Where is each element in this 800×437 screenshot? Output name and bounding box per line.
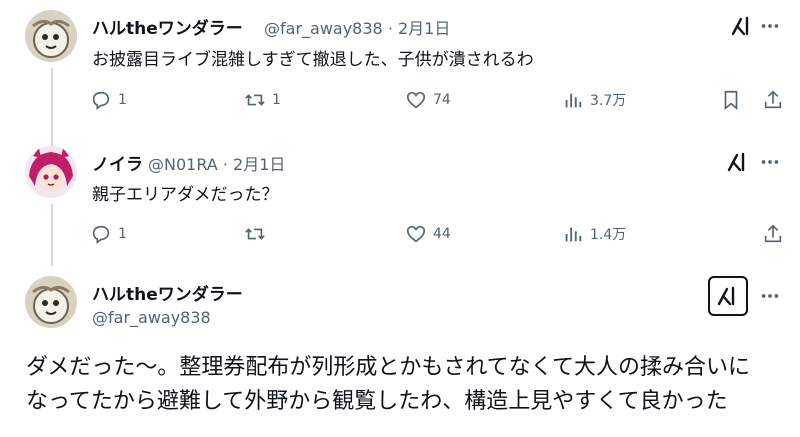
thread-line [51, 204, 53, 266]
heart-icon [406, 225, 426, 243]
tweet-text: 親子エリアダメだった？ [92, 185, 279, 205]
reply-button[interactable]: 1 [90, 88, 127, 112]
share-icon [764, 224, 782, 243]
retweet-count: 1 [272, 92, 281, 108]
more-icon[interactable] [758, 284, 782, 308]
bookmark-button[interactable] [720, 88, 742, 112]
share-button[interactable] [762, 88, 784, 112]
reply-icon [92, 91, 110, 110]
tweet-text: お披露目ライブ混雑しすぎて撤退した、子供が潰されるわ [92, 50, 534, 70]
grok-icon[interactable] [726, 150, 750, 174]
avatar[interactable] [25, 10, 77, 62]
more-icon[interactable] [758, 14, 782, 38]
handle[interactable]: @far_away838 [92, 308, 211, 327]
share-button[interactable] [762, 222, 784, 246]
display-name[interactable]: ノイラ [92, 150, 143, 175]
like-count: 44 [433, 226, 451, 242]
thread-line [51, 68, 53, 146]
separator: · [222, 155, 228, 174]
like-count: 74 [433, 92, 451, 108]
tweet-meta: @N01RA · 2月1日 [148, 151, 285, 175]
avatar[interactable] [25, 146, 77, 198]
like-button[interactable]: 44 [405, 222, 451, 246]
timestamp[interactable]: 2月1日 [233, 155, 285, 174]
reply-count: 1 [118, 92, 127, 108]
like-button[interactable]: 74 [405, 88, 451, 112]
handle[interactable]: @far_away838 [264, 19, 383, 38]
retweet-icon [245, 228, 265, 240]
view-count: 1.4万 [590, 227, 627, 243]
retweet-button[interactable] [244, 222, 266, 246]
view-count: 3.7万 [590, 93, 627, 109]
grok-icon [717, 286, 735, 306]
timestamp[interactable]: 2月1日 [398, 19, 450, 38]
tweet-text-line-1: ダメだった〜。整理券配布が列形成とかもされてなくて大人の揉み合いに [26, 355, 751, 380]
retweet-icon [245, 94, 265, 106]
reply-button[interactable]: 1 [90, 222, 127, 246]
reply-count: 1 [118, 226, 127, 242]
avatar[interactable] [25, 276, 77, 328]
display-name[interactable]: ハルtheワンダラー [92, 14, 243, 39]
share-icon [764, 90, 782, 109]
chart-icon [565, 227, 582, 242]
reply-icon [92, 225, 110, 244]
views-button[interactable]: 3.7万 [562, 88, 626, 112]
views-button[interactable]: 1.4万 [562, 222, 626, 246]
chart-icon [565, 93, 582, 108]
display-name[interactable]: ハルtheワンダラー [92, 280, 243, 305]
retweet-button[interactable]: 1 [244, 88, 281, 112]
grok-icon[interactable] [730, 14, 754, 38]
bookmark-icon [724, 90, 738, 111]
separator: · [387, 19, 393, 38]
more-icon[interactable] [758, 150, 782, 174]
handle[interactable]: @N01RA [148, 155, 218, 174]
tweet-meta: @far_away838 · 2月1日 [264, 15, 450, 39]
tweet-text-line-2: なってたから避難して外野から観覧したわ、構造上見やすくて良かった [26, 389, 728, 414]
grok-button[interactable] [708, 276, 748, 316]
heart-icon [406, 91, 426, 109]
